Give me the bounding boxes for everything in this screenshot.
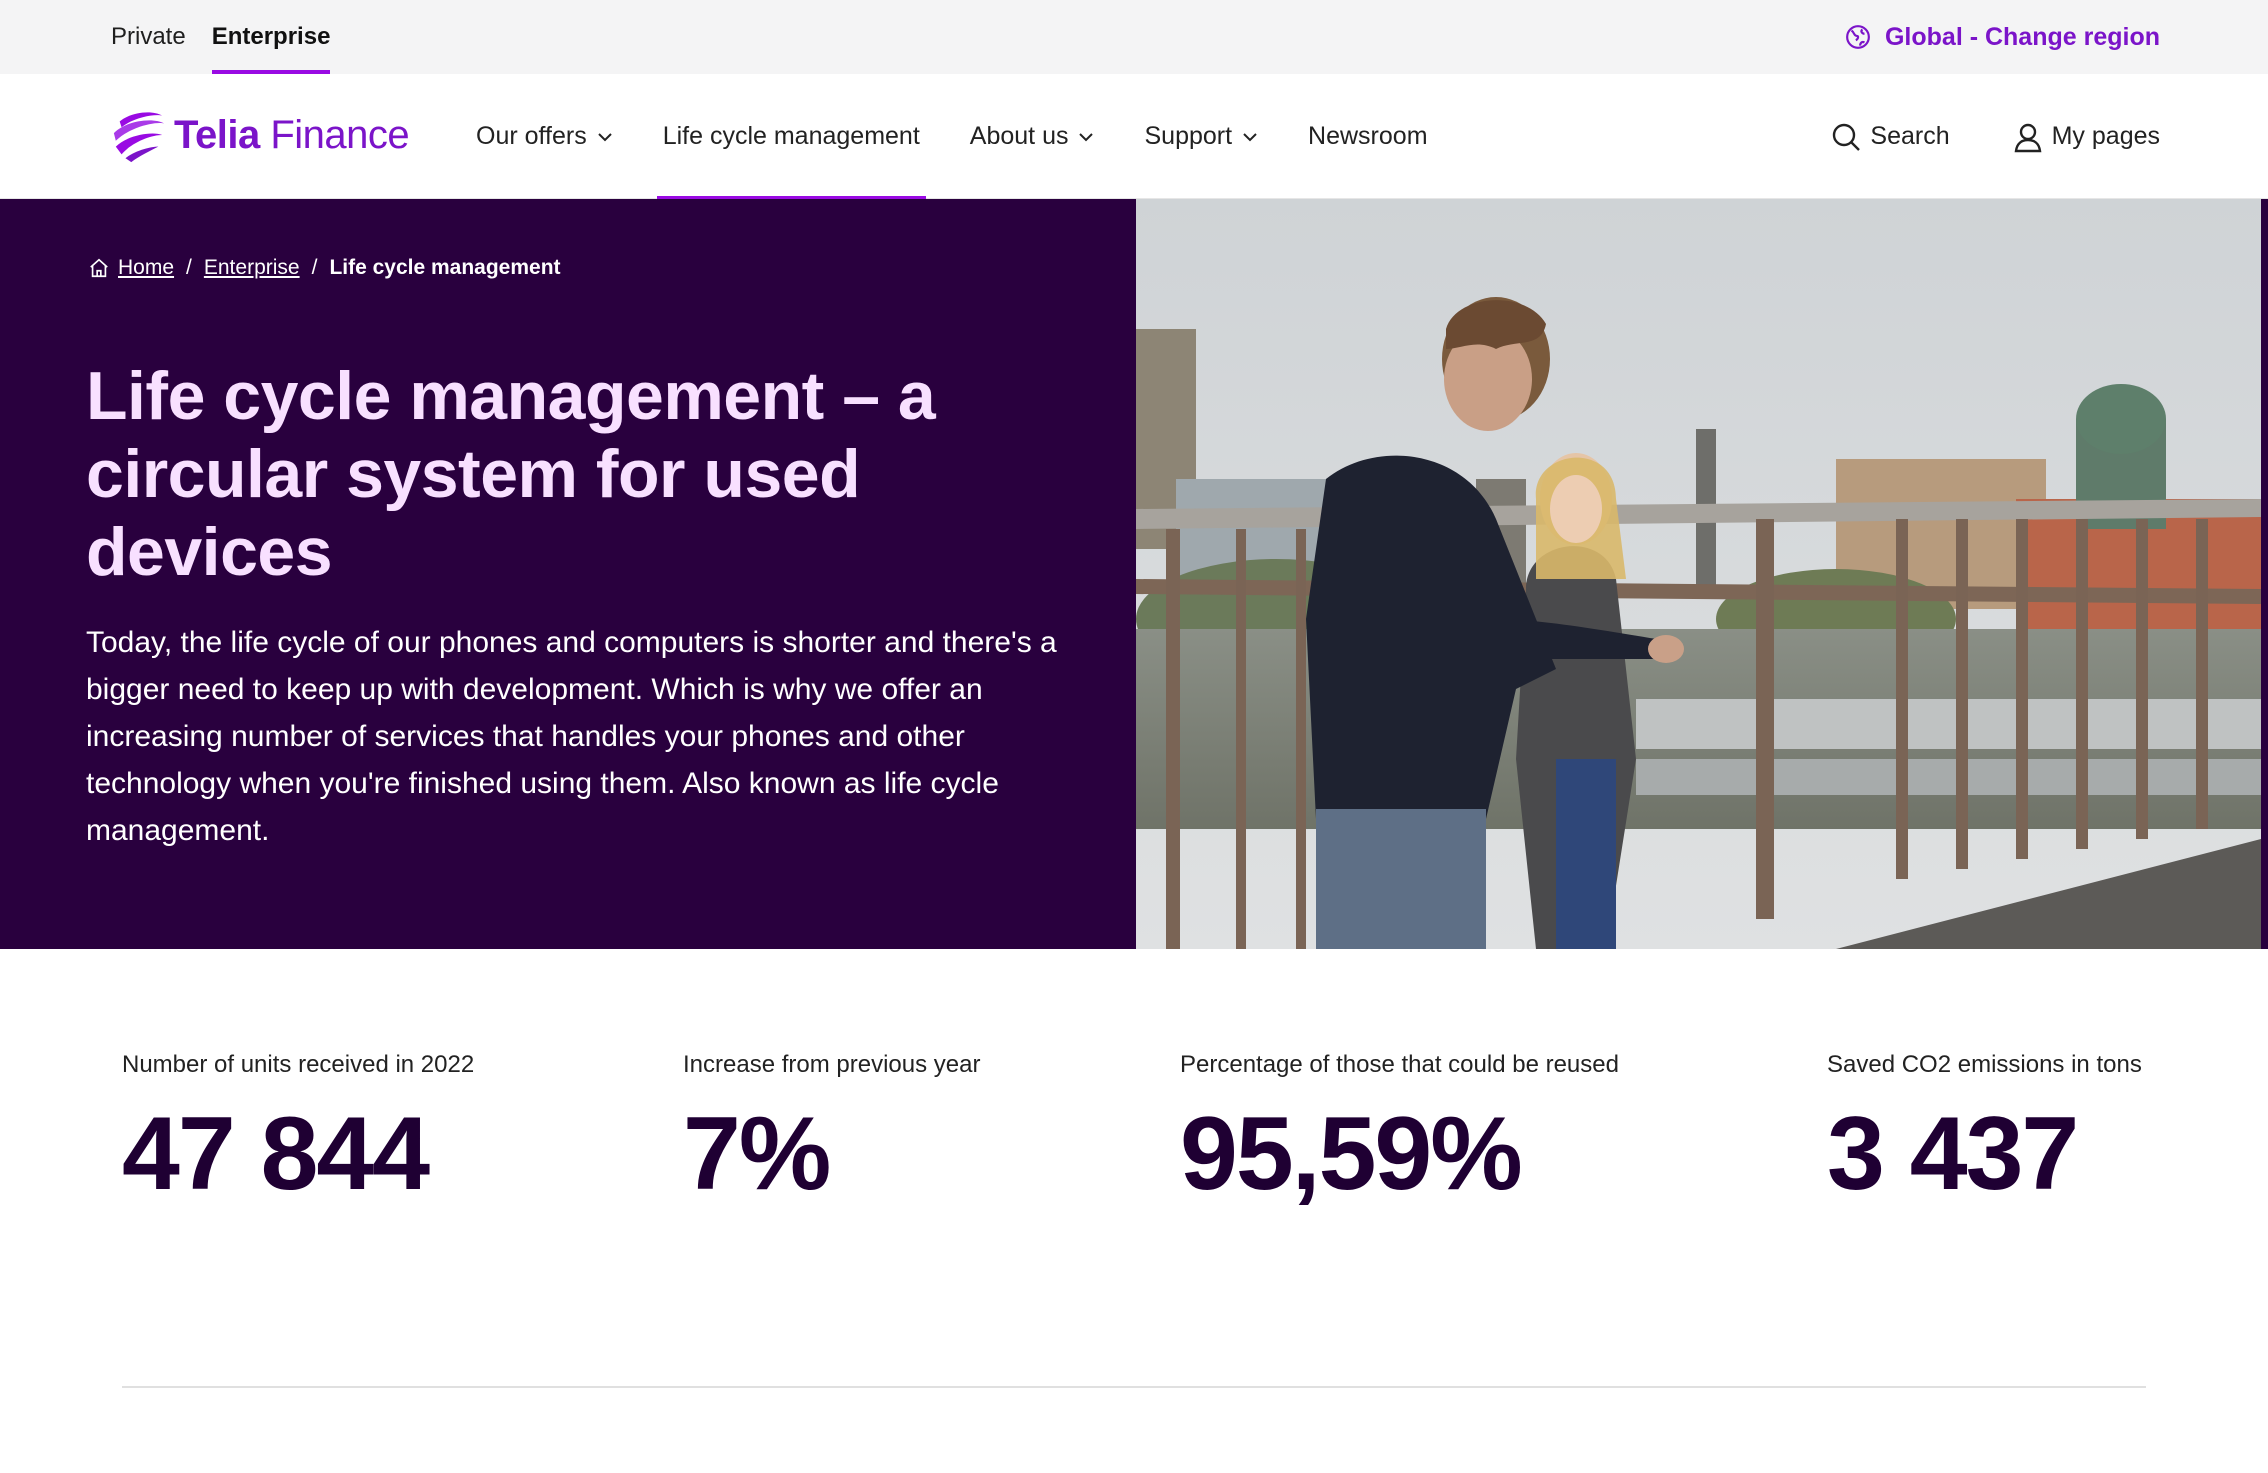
stat-value: 7% [683, 1096, 831, 1212]
logo-brand: Telia [174, 112, 260, 157]
stat-increase: Increase from previous year 7% [683, 1051, 980, 1209]
nav-our-offers-label: Our offers [476, 122, 587, 150]
main-header: Telia Finance Our offers Life cycle mana… [0, 74, 2268, 200]
segment-tab-private[interactable]: Private [111, 0, 186, 74]
logo-product: Finance [270, 112, 410, 157]
stat-label: Number of units received in 2022 [122, 1051, 475, 1078]
section-divider [122, 1386, 2146, 1388]
segment-tab-enterprise[interactable]: Enterprise [211, 0, 330, 74]
chevron-down-icon [1243, 132, 1257, 141]
logo-text: Telia Finance [174, 112, 410, 158]
stat-units-received: Number of units received in 2022 47 844 [122, 1051, 474, 1209]
breadcrumb-separator: / [186, 256, 192, 279]
stat-label: Percentage of those that could be reused [1180, 1051, 1619, 1078]
hero-intro-text: Today, the life cycle of our phones and … [86, 626, 1057, 847]
header-actions: Search My pages [1768, 74, 2160, 199]
main-nav: Our offers Life cycle management About u… [476, 74, 1478, 200]
breadcrumb-enterprise-link[interactable]: Enterprise [204, 256, 300, 280]
stat-value: 95,59% [1180, 1096, 1523, 1212]
globe-icon [1846, 25, 1870, 49]
hero-photo [1136, 199, 2261, 949]
hero-text-panel: Home / Enterprise / Life cycle managemen… [0, 199, 1136, 949]
breadcrumb: Home / Enterprise / Life cycle managemen… [88, 256, 561, 280]
telia-pebble-logo-icon [113, 112, 165, 163]
stat-label: Saved CO2 emissions in tons [1827, 1051, 2142, 1078]
nav-newsroom-label: Newsroom [1308, 122, 1428, 150]
stats-section: Number of units received in 2022 47 844 … [0, 949, 2268, 1379]
my-pages-button[interactable]: My pages [2012, 121, 2160, 153]
user-icon [2014, 123, 2041, 152]
chevron-down-icon [597, 132, 612, 141]
stat-label: Increase from previous year [683, 1051, 981, 1078]
nav-support-label: Support [1144, 122, 1233, 150]
hero-photo-illustration [1136, 199, 2261, 949]
nav-about-us[interactable]: About us [970, 74, 1095, 199]
breadcrumb-current: Life cycle management [329, 256, 561, 279]
nav-life-cycle-management-label: Life cycle management [662, 122, 920, 150]
search-icon [1833, 123, 1861, 151]
utility-bar: Private Enterprise Global - Change regio… [0, 0, 2268, 74]
stat-reuse-percentage: Percentage of those that could be reused… [1180, 1051, 1619, 1209]
home-icon [90, 258, 108, 278]
nav-newsroom[interactable]: Newsroom [1308, 74, 1427, 199]
hero-section: Home / Enterprise / Life cycle managemen… [0, 199, 2268, 949]
change-region-label: Global - Change region [1884, 22, 2160, 51]
nav-our-offers[interactable]: Our offers [476, 74, 613, 199]
stat-value: 3 437 [1827, 1096, 2079, 1212]
my-pages-label: My pages [2051, 122, 2160, 150]
telia-finance-logo[interactable]: Telia Finance [110, 106, 410, 164]
breadcrumb-home-link[interactable]: Home [118, 256, 174, 280]
stat-co2-saved: Saved CO2 emissions in tons 3 437 [1827, 1051, 2142, 1209]
breadcrumb-separator: / [311, 256, 318, 279]
nav-support[interactable]: Support [1144, 74, 1258, 199]
search-label: Search [1870, 122, 1950, 150]
segment-tabs: Private Enterprise [111, 0, 356, 74]
nav-about-us-label: About us [969, 122, 1069, 150]
search-button[interactable]: Search [1830, 121, 1950, 153]
change-region-link[interactable]: Global - Change region [1845, 0, 2160, 74]
nav-life-cycle-management[interactable]: Life cycle management [656, 74, 926, 200]
chevron-down-icon [1079, 132, 1094, 141]
stat-value: 47 844 [122, 1096, 430, 1212]
hero-edge-strip [2261, 199, 2268, 949]
page-title: Life cycle management – a circular syste… [86, 358, 936, 590]
